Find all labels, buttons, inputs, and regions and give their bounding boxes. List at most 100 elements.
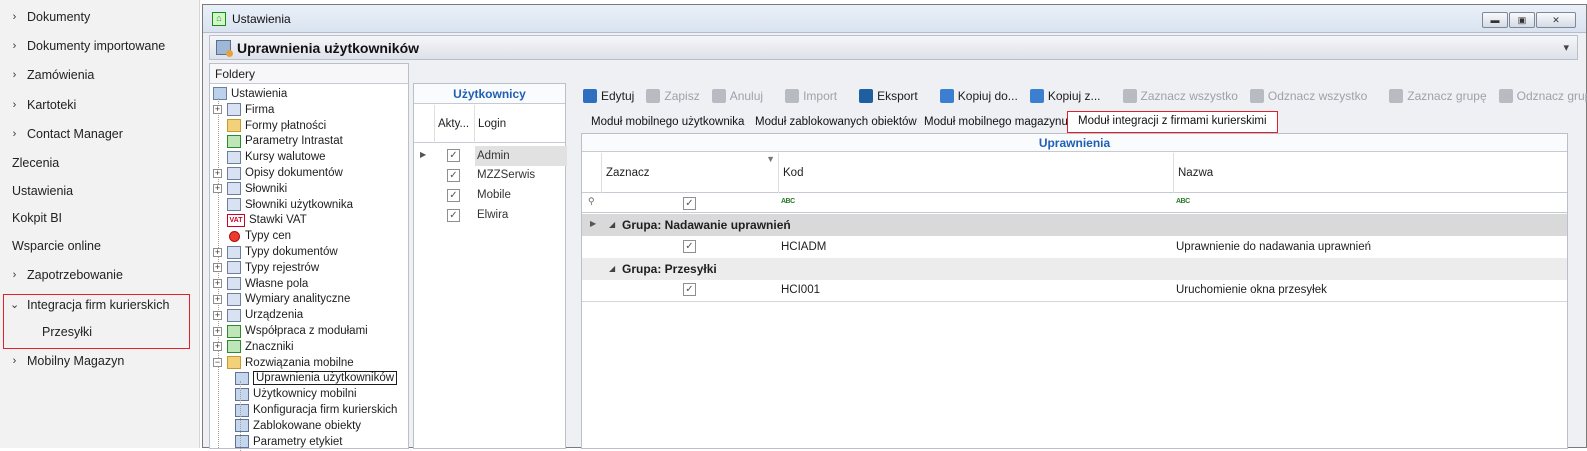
tree-item[interactable]: + Własne pola	[213, 276, 308, 292]
nav-item-kartoteki[interactable]: › Kartoteki	[0, 90, 200, 119]
minimize-button[interactable]: ▬	[1482, 12, 1508, 28]
user-permissions-icon	[216, 40, 233, 57]
tree-item[interactable]: Zablokowane obiekty	[235, 418, 361, 434]
tree-item[interactable]: + Urządzenia	[213, 307, 303, 323]
column-nazwa[interactable]: Nazwa	[1173, 153, 1569, 193]
tree-item[interactable]: + Typy dokumentów	[213, 244, 338, 260]
permission-row[interactable]: ✓ HCI001 Uruchomienie okna przesyłek	[582, 280, 1567, 302]
expand-icon[interactable]: +	[213, 310, 222, 320]
list-icon	[1498, 89, 1513, 103]
filter-icon[interactable]: ▼	[766, 139, 775, 179]
tree-item[interactable]: Użytkownicy mobilni	[235, 386, 357, 402]
expand-icon[interactable]: +	[213, 263, 222, 273]
close-button[interactable]: ✕	[1536, 12, 1576, 28]
zaznacz-wszystko-button[interactable]: Zaznacz wszystko	[1122, 89, 1238, 103]
column-kod[interactable]: Kod	[778, 153, 1173, 193]
column-login[interactable]: Login	[474, 105, 567, 143]
tree-item[interactable]: VAT Stawki VAT	[213, 213, 307, 229]
permission-row[interactable]: ✓ HCIADM Uprawnienie do nadawania uprawn…	[582, 237, 1567, 257]
active-checkbox[interactable]: ✓	[447, 169, 460, 182]
folder-icon	[859, 89, 874, 103]
permission-checkbox[interactable]: ✓	[683, 240, 696, 253]
tree-item[interactable]: Typy cen	[213, 228, 291, 244]
expand-icon[interactable]: +	[213, 105, 222, 115]
nav-item-zapotrzebowanie[interactable]: › Zapotrzebowanie	[0, 260, 200, 289]
tree-item[interactable]: + Wymiary analityczne	[213, 292, 350, 308]
zapisz-button[interactable]: Zapisz	[646, 89, 700, 103]
group-row[interactable]: ◢ Grupa: Przesyłki	[582, 258, 1567, 280]
chevron-right-icon: ›	[12, 68, 17, 81]
tree-item[interactable]: + Opisy dokumentów	[213, 165, 343, 181]
nav-item-wsparcie-online[interactable]: Wsparcie online	[0, 231, 200, 260]
tree-item[interactable]: Konfiguracja firm kurierskich	[235, 402, 397, 418]
filter-checkbox[interactable]: ✓	[683, 197, 696, 210]
expand-icon[interactable]: +	[213, 184, 222, 194]
expand-icon[interactable]: +	[213, 279, 222, 289]
tree-item[interactable]: − Rozwiązania mobilne	[213, 355, 354, 371]
collapse-icon[interactable]: ◢	[609, 220, 615, 229]
eksport-button[interactable]: Eksport	[859, 89, 918, 103]
permission-checkbox[interactable]: ✓	[683, 283, 696, 296]
green-icon	[227, 324, 241, 338]
column-zaznacz[interactable]: Zaznacz ▼	[601, 153, 778, 193]
nav-item-dokumenty-importowane[interactable]: › Dokumenty importowane	[0, 31, 200, 60]
collapse-icon[interactable]: −	[213, 358, 222, 368]
tree-item[interactable]: + Słowniki	[213, 181, 287, 197]
user-row[interactable]: ✓ Elwira	[414, 206, 565, 226]
expand-icon[interactable]: +	[213, 342, 222, 352]
user-row[interactable]: ▶ ✓ Admin	[414, 146, 567, 166]
toolbar: Edytuj Zapisz Anuluj Import Eksport Kopiuj do…	[583, 85, 1587, 107]
active-checkbox[interactable]: ✓	[447, 209, 460, 222]
edytuj-button[interactable]: Edytuj	[583, 89, 634, 103]
group-row[interactable]: ▶ ◢ Grupa: Nadawanie uprawnień	[582, 214, 1567, 236]
active-checkbox[interactable]: ✓	[447, 149, 460, 162]
kopiuj-do-button[interactable]: Kopiuj do...	[939, 89, 1018, 103]
odznacz-wszystko-button[interactable]: Odznacz wszystko	[1249, 89, 1367, 103]
tab-blocked-objects-module[interactable]: Moduł zablokowanych obiektów	[755, 111, 917, 133]
user-login: Mobile	[477, 189, 511, 201]
nav-item-dokumenty[interactable]: › Dokumenty	[0, 2, 200, 31]
tree-item[interactable]: + Współpraca z modułami	[213, 323, 368, 339]
odznacz-grupę-button[interactable]: Odznacz grupę	[1498, 89, 1587, 103]
save-icon	[646, 89, 661, 103]
nav-item-kokpit-bi[interactable]: Kokpit BI	[0, 203, 200, 232]
filter-row[interactable]: ⚲ ✓ ABC ABC	[582, 194, 1567, 213]
printer-icon	[227, 308, 241, 322]
expand-icon[interactable]: +	[213, 294, 222, 304]
tab-mobile-warehouse-module[interactable]: Moduł mobilnego magazynu	[924, 111, 1068, 133]
import-button[interactable]: Import	[785, 89, 837, 103]
tree-item-root[interactable]: Ustawienia	[213, 86, 287, 102]
text-filter-icon[interactable]: ABC	[781, 198, 795, 205]
nav-item-zlecenia[interactable]: Zlecenia	[0, 148, 200, 177]
tab-courier-integration-module[interactable]: Moduł integracji z firmami kurierskimi	[1067, 111, 1278, 133]
tree-item[interactable]: + Typy rejestrów	[213, 260, 319, 276]
tree-item[interactable]: + Firma	[213, 102, 274, 118]
tree-item[interactable]: Kursy walutowe	[213, 149, 326, 165]
collapse-icon[interactable]: ◢	[609, 264, 615, 273]
pin-icon[interactable]: ▾	[1563, 41, 1569, 54]
tree-item[interactable]: Uprawnienia użytkowników	[235, 371, 398, 387]
active-checkbox[interactable]: ✓	[447, 189, 460, 202]
chevron-right-icon: ›	[12, 354, 17, 367]
kopiuj-z-button[interactable]: Kopiuj z...	[1029, 89, 1101, 103]
nav-item-zamowienia[interactable]: › Zamówienia	[0, 60, 200, 89]
column-active[interactable]: Akty...	[434, 105, 474, 143]
user-row[interactable]: ✓ Mobile	[414, 186, 565, 206]
user-row[interactable]: ✓ MZZSerwis	[414, 166, 565, 186]
tree-item[interactable]: + Znaczniki	[213, 339, 294, 355]
expand-icon[interactable]: +	[213, 247, 222, 257]
tree-item[interactable]: Formy płatności	[213, 118, 326, 134]
tab-mobile-user-module[interactable]: Moduł mobilnego użytkownika	[591, 111, 744, 133]
nav-item-contact-manager[interactable]: › Contact Manager	[0, 119, 200, 148]
restore-button[interactable]: ▣	[1509, 12, 1535, 28]
nav-item-ustawienia[interactable]: Ustawienia	[0, 176, 200, 205]
expand-icon[interactable]: +	[213, 168, 222, 178]
zaznacz-grupę-button[interactable]: Zaznacz grupę	[1389, 89, 1487, 103]
expand-icon[interactable]: +	[213, 326, 222, 336]
tree-item[interactable]: Słowniki użytkownika	[213, 197, 353, 213]
text-filter-icon[interactable]: ABC	[1176, 198, 1190, 205]
nav-item-mobilny-magazyn[interactable]: › Mobilny Magazyn	[0, 346, 200, 375]
tree-item[interactable]: Parametry Intrastat	[213, 134, 343, 150]
tree-item[interactable]: Parametry etykiet	[235, 434, 342, 450]
anuluj-button[interactable]: Anuluj	[711, 89, 763, 103]
